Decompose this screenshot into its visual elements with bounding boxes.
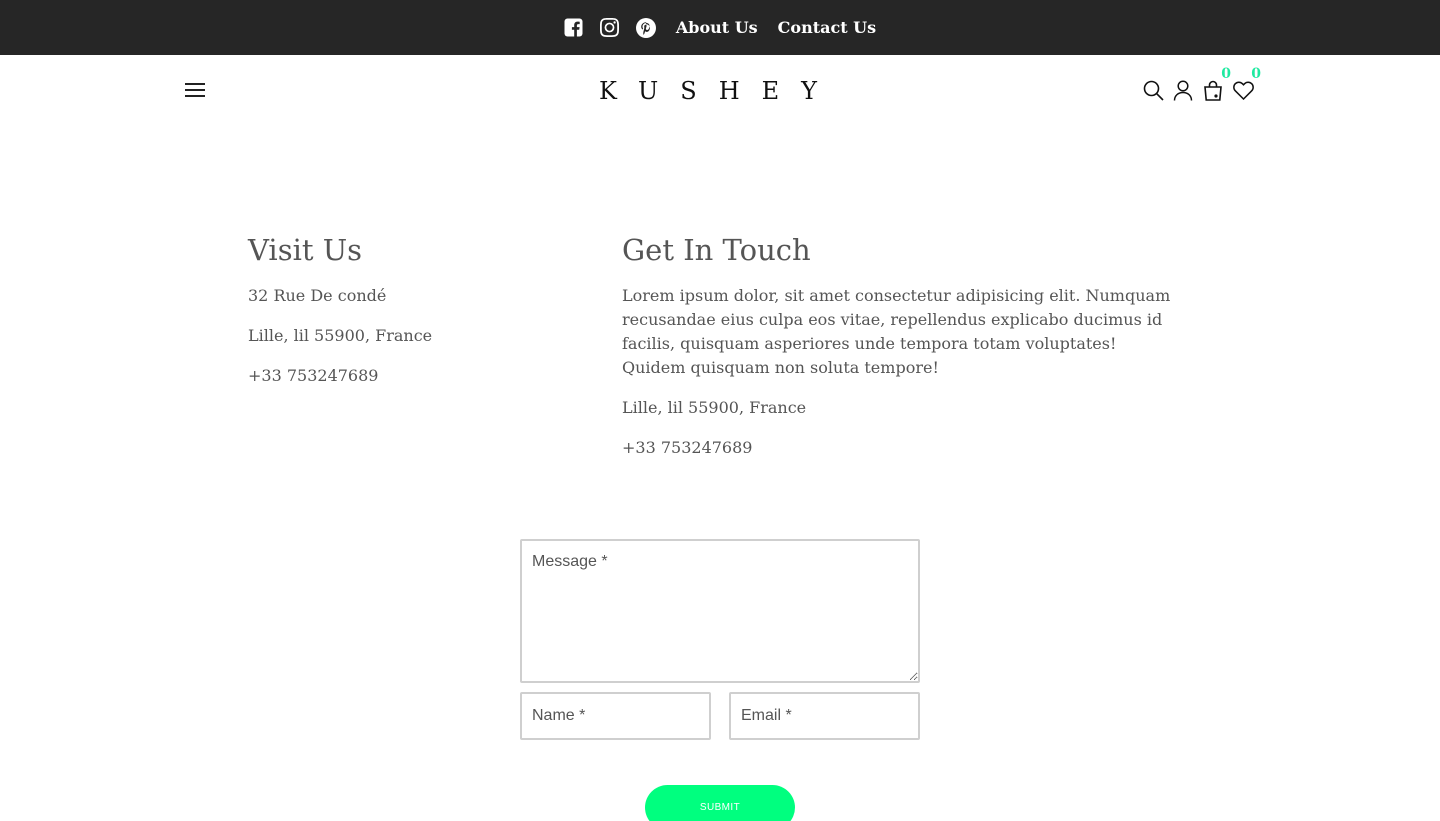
contact-form xyxy=(520,539,920,740)
visit-city: Lille, lil 55900, France xyxy=(248,326,433,345)
visit-phone: +33 753247689 xyxy=(248,366,379,385)
touch-address: Lille, lil 55900, France xyxy=(622,398,807,417)
name-field[interactable] xyxy=(520,692,711,740)
visit-us-section: Visit Us 32 Rue De condé Lille, lil 5590… xyxy=(248,232,578,404)
top-bar: About Us Contact Us xyxy=(0,0,1440,55)
search-icon[interactable] xyxy=(1138,77,1168,103)
menu-icon[interactable] xyxy=(185,81,206,97)
about-us-link[interactable]: About Us xyxy=(676,18,758,37)
instagram-icon[interactable] xyxy=(599,18,619,37)
touch-phone: +33 753247689 xyxy=(622,438,753,457)
submit-button[interactable]: Submit xyxy=(645,785,795,821)
contact-us-link[interactable]: Contact Us xyxy=(778,18,876,37)
visit-us-title: Visit Us xyxy=(248,233,363,267)
social-links xyxy=(564,17,656,38)
visit-street: 32 Rue De condé xyxy=(248,286,387,305)
pinterest-icon[interactable] xyxy=(635,17,656,38)
email-field[interactable] xyxy=(729,692,920,740)
main-header: KUSHEY 0 0 xyxy=(0,55,1440,125)
user-icon[interactable] xyxy=(1168,77,1198,103)
contact-details-row xyxy=(520,692,920,740)
header-actions: 0 0 xyxy=(1138,67,1261,103)
facebook-square-icon[interactable] xyxy=(564,18,583,37)
wishlist-heart-icon[interactable]: 0 xyxy=(1228,67,1261,103)
brand-logo[interactable]: KUSHEY xyxy=(597,75,841,107)
touch-description: Lorem ipsum dolor, sit amet consectetur … xyxy=(622,286,1171,377)
cart-icon[interactable]: 0 xyxy=(1198,67,1231,103)
wishlist-count-badge: 0 xyxy=(1251,66,1261,82)
get-in-touch-title: Get In Touch xyxy=(622,233,811,267)
get-in-touch-section: Get In Touch Lorem ipsum dolor, sit amet… xyxy=(622,232,1182,476)
message-field[interactable] xyxy=(520,539,920,683)
